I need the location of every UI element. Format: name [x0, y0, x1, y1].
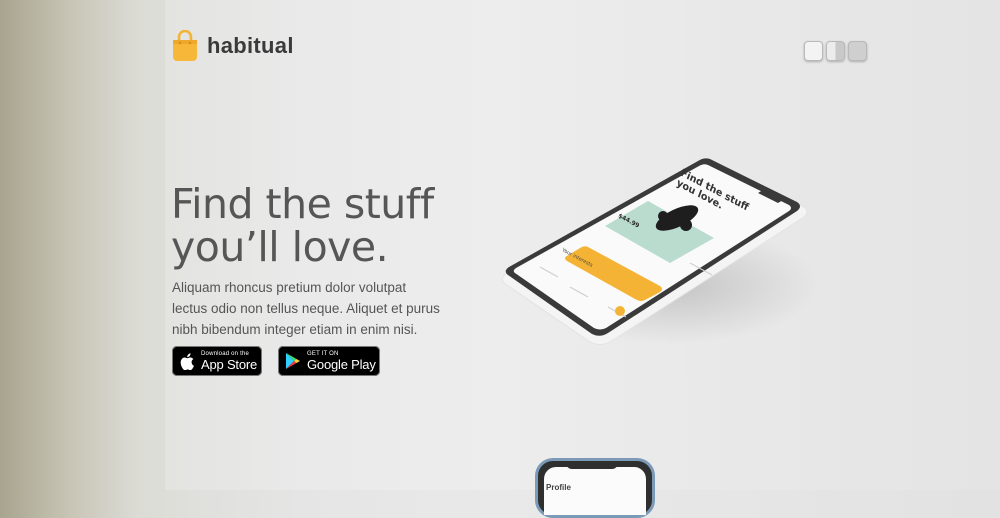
- hero-description-line: nibh bibendum integer etiam in enim nisi…: [172, 322, 418, 337]
- shopping-bag-icon: [172, 29, 198, 62]
- hero-description-line: lectus odio non tellus neque. Aliquet et…: [172, 301, 440, 316]
- dark-theme-button[interactable]: [848, 41, 867, 61]
- phone-peek-label: Profile: [546, 483, 571, 492]
- google-play-big-text: Google Play: [307, 357, 376, 372]
- apple-icon: [179, 352, 195, 370]
- split-theme-button[interactable]: [826, 41, 845, 61]
- google-play-label: GET IT ON Google Play: [307, 351, 376, 371]
- phone-mockup: Find the stuff you love. $44.99 Your int…: [500, 155, 820, 350]
- google-play-icon: [285, 352, 301, 370]
- phone-peek: Profile: [535, 458, 655, 518]
- hero-title-line: you’ll love.: [171, 223, 389, 271]
- hero-title: Find the stuff you’ll love.: [171, 183, 434, 269]
- app-store-button[interactable]: Download on the App Store: [172, 346, 262, 376]
- light-theme-button[interactable]: [804, 41, 823, 61]
- brand-logo[interactable]: habitual: [172, 29, 294, 62]
- app-store-label: Download on the App Store: [201, 351, 257, 371]
- hero-title-line: Find the stuff: [171, 180, 434, 228]
- brand-name: habitual: [207, 33, 294, 58]
- hero-description-line: Aliquam rhoncus pretium dolor volutpat: [172, 280, 407, 295]
- app-store-big-text: App Store: [201, 357, 258, 372]
- google-play-button[interactable]: GET IT ON Google Play: [278, 346, 380, 376]
- hero-description: Aliquam rhoncus pretium dolor volutpat l…: [172, 277, 442, 340]
- theme-switcher: [804, 41, 867, 61]
- phone-illustration: Find the stuff you love. $44.99 Your int…: [501, 158, 808, 345]
- phone-peek-notch: [566, 461, 618, 469]
